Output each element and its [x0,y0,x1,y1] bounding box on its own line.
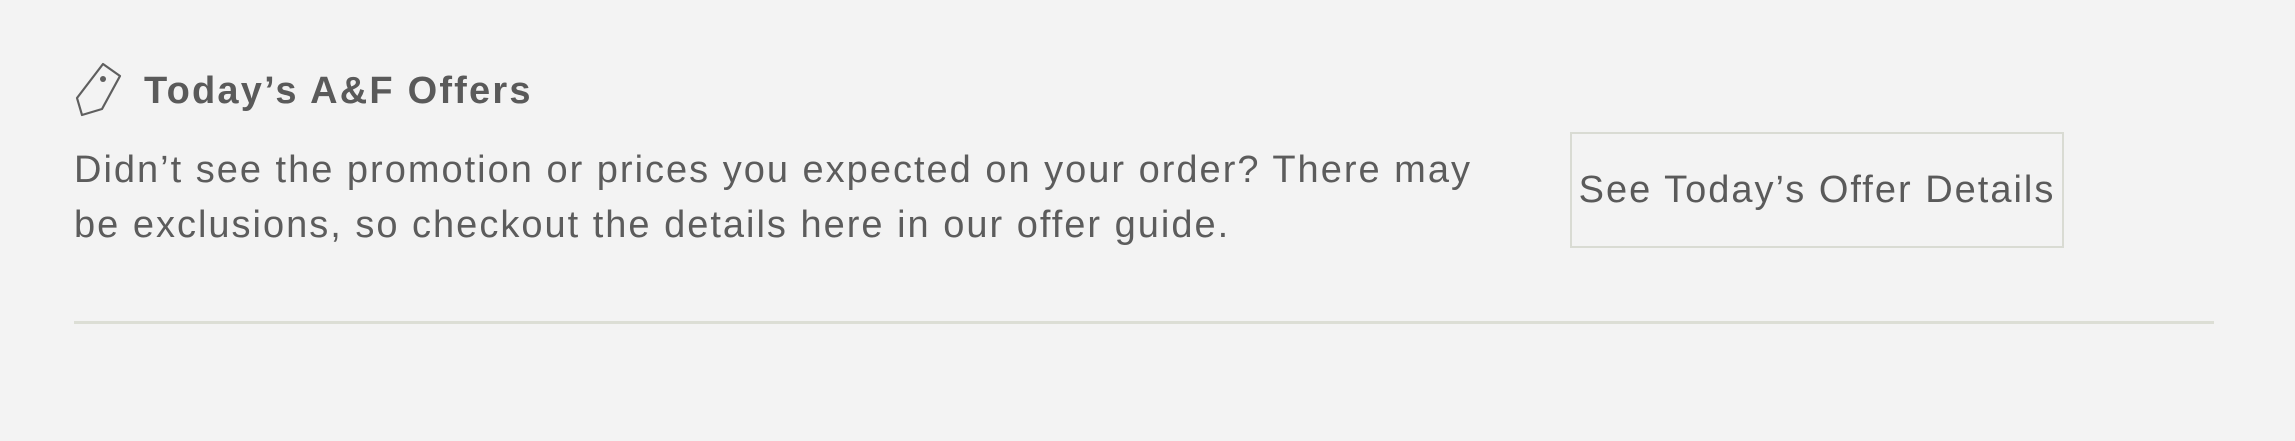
offer-details-button[interactable]: See Today’s Offer Details [1570,132,2064,248]
offers-heading-row: Today’s A&F Offers [74,60,533,122]
offers-description: Didn’t see the promotion or prices you e… [74,149,1472,246]
section-divider [74,321,2214,324]
offers-section: Today’s A&F Offers Didn’t see the promot… [74,0,2214,441]
price-tag-icon [75,62,122,117]
offers-heading: Today’s A&F Offers [144,69,533,112]
